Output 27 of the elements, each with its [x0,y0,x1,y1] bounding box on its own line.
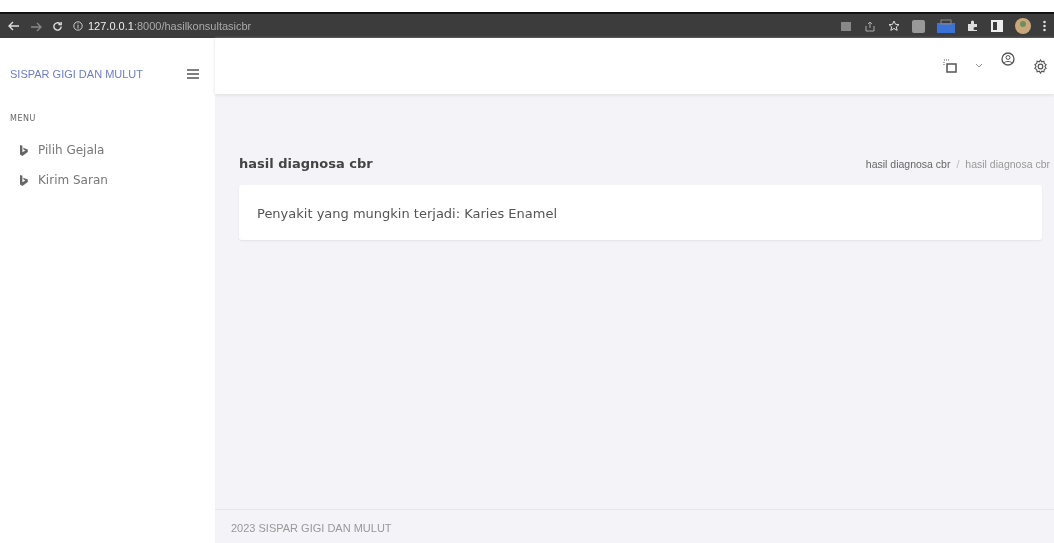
sidebar-icon[interactable] [991,20,1003,32]
page-title: hasil diagnosa cbr [239,156,373,171]
breadcrumb-item[interactable]: hasil diagnosa cbr [865,157,951,170]
back-icon[interactable] [8,19,20,33]
footer-text: 2023 SISPAR GIGI DAN MULUT [231,521,392,534]
breadcrumb-separator: / [956,157,960,170]
bing-icon [20,144,28,156]
settings-icon[interactable] [1033,58,1048,74]
avatar-icon[interactable] [1015,18,1031,34]
puzzle-icon[interactable] [967,20,979,32]
info-icon[interactable] [73,21,83,31]
user-icon[interactable] [1001,52,1015,66]
menu-icon[interactable] [187,69,199,79]
star-icon[interactable] [888,20,900,32]
sidebar-item[interactable]: Kirim Saran [0,165,215,195]
diagnosis-result: Penyakit yang mungkin terjadi: Karies Enamel [257,206,558,221]
bing-icon [20,174,28,186]
extension-icon[interactable] [912,19,925,33]
sidebar-item[interactable]: Pilih Gejala [0,135,215,165]
chevron-down-icon[interactable] [975,63,983,69]
fullscreen-icon[interactable] [943,59,957,73]
share-icon[interactable] [864,20,876,32]
breadcrumb-item: hasil diagnosa cbr [965,157,1050,170]
address-bar[interactable]: 127.0.0.1:8000/hasilkonsultasicbr [88,20,252,32]
more-icon[interactable] [1043,20,1046,32]
menu-heading: MENU [9,113,37,125]
brand-name[interactable]: SISPAR GIGI DAN MULUT [10,68,144,80]
